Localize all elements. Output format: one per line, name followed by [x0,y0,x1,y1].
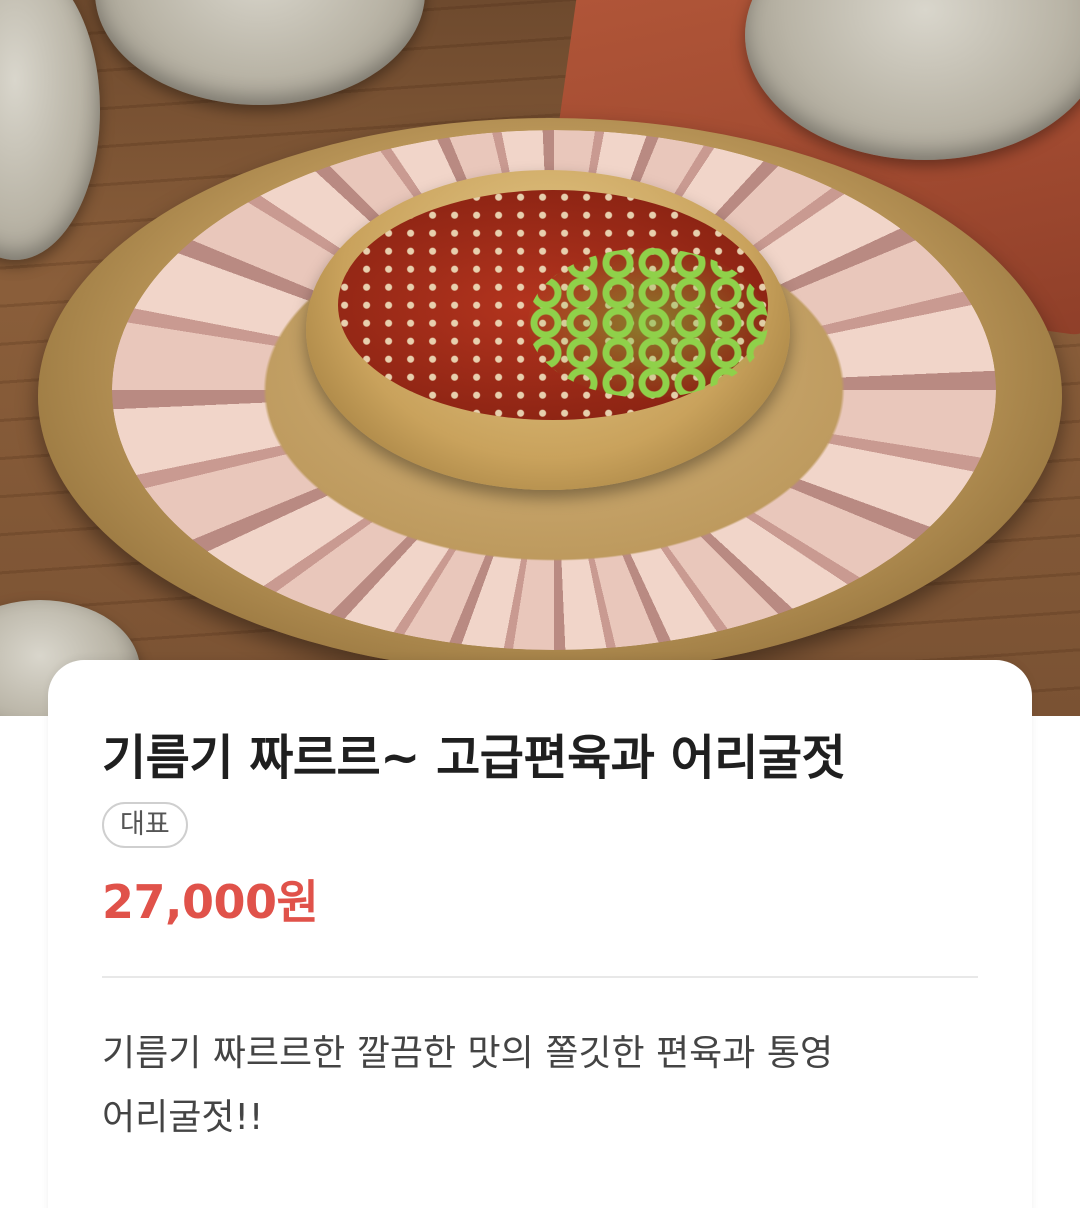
divider [102,976,978,978]
side-bowl [95,0,425,105]
menu-detail-screen: 기름기 짜르르~ 고급편육과 어리굴젓 대표 27,000원 기름기 짜르르한 … [0,0,1080,1208]
product-price: 27,000원 [102,875,319,929]
green-chili-slices [528,248,768,398]
representative-badge: 대표 [102,802,188,848]
product-info-card: 기름기 짜르르~ 고급편육과 어리굴젓 대표 27,000원 기름기 짜르르한 … [48,660,1032,1208]
side-bowl [0,0,100,260]
product-title: 기름기 짜르르~ 고급편육과 어리굴젓 [102,730,846,786]
menu-photo [0,0,1080,716]
product-description: 기름기 짜르르한 깔끔한 맛의 쫄깃한 편육과 통영 어리굴젓!! [102,1033,834,1138]
